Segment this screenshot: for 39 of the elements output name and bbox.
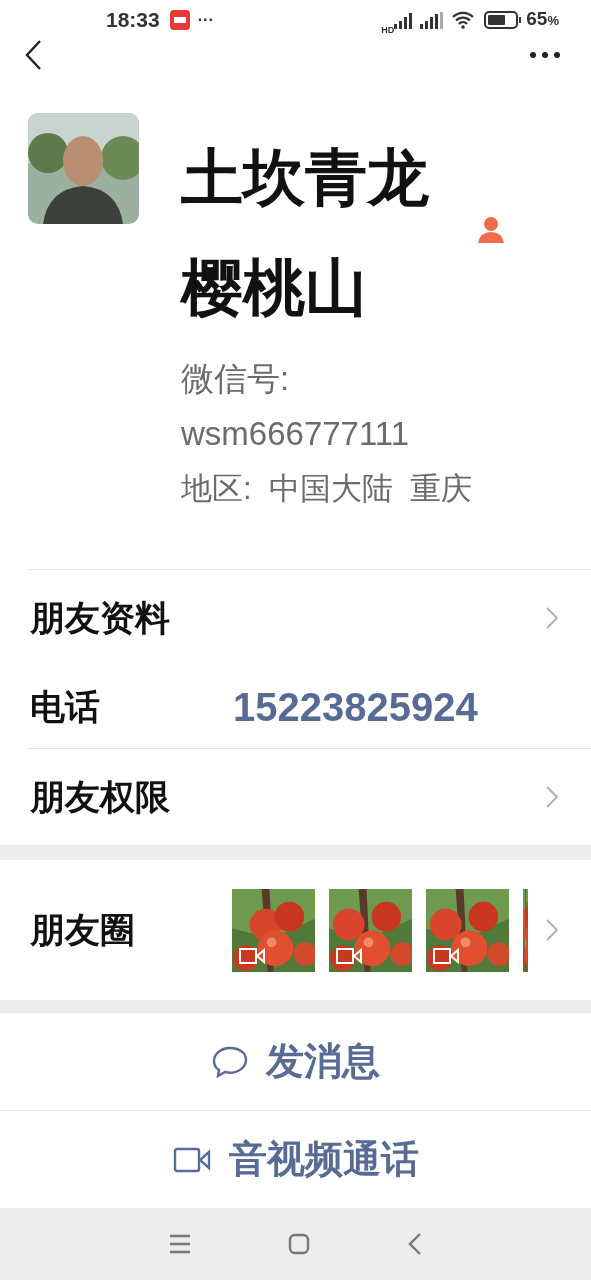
- region: 地区: 中国大陆 重庆: [181, 470, 474, 508]
- action-label: 发消息: [265, 1039, 380, 1084]
- signal-icon: [394, 10, 415, 29]
- battery-icon: [484, 10, 523, 29]
- wechat-id-label: 微信号:: [181, 359, 291, 399]
- settings-row[interactable]: 朋友资料: [0, 570, 591, 666]
- moments-row[interactable]: 朋友圈: [0, 860, 591, 1000]
- wechat-id: wsm666777111: [181, 414, 411, 454]
- battery-percent: 65%: [526, 7, 559, 32]
- row-label: 朋友权限: [30, 775, 171, 818]
- network-label: HD: [381, 24, 395, 37]
- video-icon: [433, 947, 459, 964]
- signal-icon: [420, 10, 445, 29]
- home-icon[interactable]: [288, 1233, 311, 1255]
- row-label: 电话: [30, 685, 101, 728]
- action-label: 音视频通话: [228, 1137, 419, 1182]
- row-label: 朋友资料: [30, 596, 171, 639]
- moments-label: 朋友圈: [30, 908, 136, 951]
- settings-row[interactable]: 朋友权限: [0, 749, 591, 845]
- video-icon: [336, 947, 362, 964]
- wifi-icon: [452, 10, 475, 29]
- contact-person-icon: [477, 215, 505, 243]
- chat-bubble-icon: [211, 1045, 248, 1078]
- action-button[interactable]: 发消息: [0, 1013, 591, 1110]
- status-time: 18:33: [106, 6, 160, 33]
- chevron-right-icon: [545, 785, 559, 809]
- menu-icon[interactable]: [168, 1234, 191, 1254]
- action-button[interactable]: 音视频通话: [0, 1111, 591, 1208]
- video-camera-icon: [172, 1145, 211, 1174]
- video-icon: [239, 947, 265, 964]
- profile-name: 土坎青龙樱桃山: [181, 142, 430, 324]
- more-icon[interactable]: [529, 51, 561, 59]
- chevron-right-icon: [545, 606, 559, 630]
- phone-number[interactable]: 15223825924: [233, 677, 478, 737]
- notification-more: ···: [197, 9, 214, 30]
- app-notification-icon: [169, 9, 190, 30]
- chevron-right-icon: [545, 918, 559, 942]
- back-icon[interactable]: [24, 39, 42, 71]
- phone-row[interactable]: 电话 15223825924: [0, 666, 591, 748]
